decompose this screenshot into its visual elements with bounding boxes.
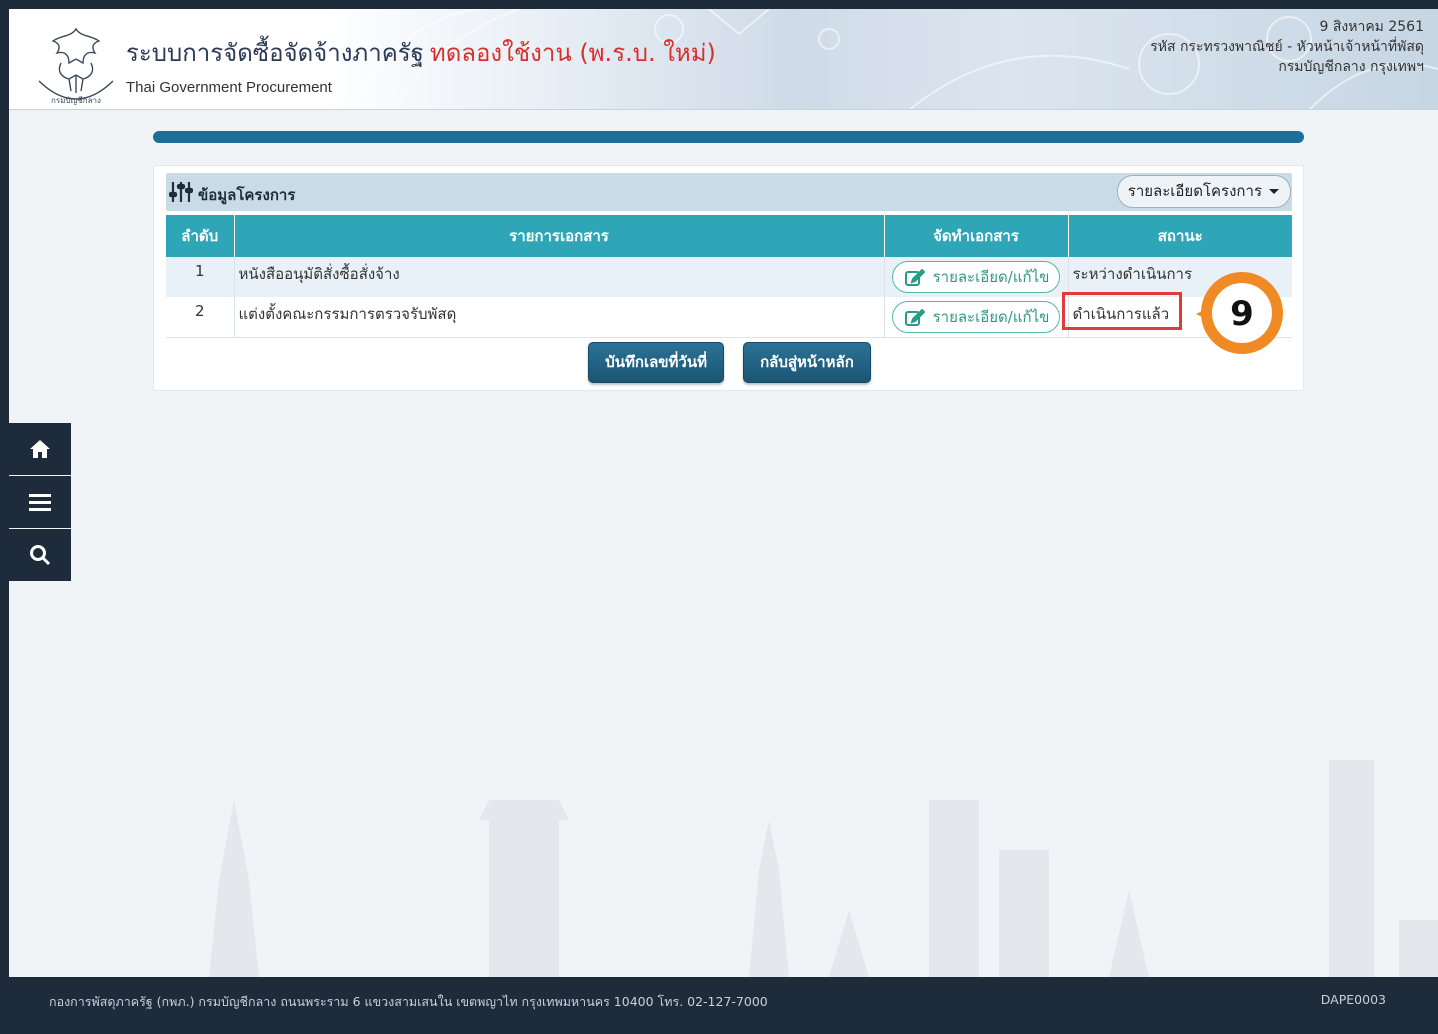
edit-icon (904, 268, 925, 286)
search-button[interactable] (9, 529, 71, 581)
col-action: จัดทำเอกสาร (884, 215, 1069, 257)
window-frame-left (0, 0, 9, 1034)
footer-address: กองการพัสดุภาครัฐ (กพภ.) กรมบัญชีกลาง ถน… (49, 994, 768, 1009)
project-info-panel: ข้อมูลโครงการ รายละเอียดโครงการ ลำดับ รา… (153, 165, 1304, 391)
logo-text: กรมบัญชีกลาง (51, 96, 101, 105)
app-title: ระบบการจัดซื้อจัดจ้างภาครัฐ ทดลองใช้งาน (… (126, 33, 716, 72)
row-seq: 2 (166, 297, 235, 338)
table-row: 2 แต่งตั้งคณะกรรมการตรวจรับพัสดุ รายละเอ… (166, 297, 1292, 338)
row-seq: 1 (166, 257, 235, 297)
col-document: รายการเอกสาร (234, 215, 885, 257)
trial-label: ทดลองใช้งาน (พ.ร.บ. ใหม่) (429, 39, 716, 67)
app-title-main: ระบบการจัดซื้อจัดจ้างภาครัฐ (126, 39, 424, 67)
edit-detail-label: รายละเอียด/แก้ไข (932, 268, 1050, 286)
home-icon (30, 440, 50, 458)
user-org: กรมบัญชีกลาง กรุงเทพฯ (1278, 59, 1424, 75)
save-number-date-button[interactable]: บันทึกเลขที่วันที่ (588, 342, 724, 383)
sliders-icon (169, 182, 193, 202)
page-header: กรมบัญชีกลาง ระบบการจัดซื้อจัดจ้างภาครัฐ… (9, 9, 1438, 110)
menu-icon (29, 494, 51, 511)
edit-detail-button[interactable]: รายละเอียด/แก้ไข (891, 261, 1061, 293)
row-action-cell: รายละเอียด/แก้ไข (884, 297, 1069, 338)
row-document: หนังสืออนุมัติสั่งซื้อสั่งจ้าง (234, 257, 885, 297)
page-code: DAPE0003 (1320, 992, 1386, 1007)
row-action-cell: รายละเอียด/แก้ไข (884, 257, 1069, 297)
progress-bar (153, 131, 1304, 143)
step-annotation-badge: 9 (1196, 272, 1283, 354)
caret-down-icon (1269, 189, 1279, 194)
menu-button[interactable] (9, 476, 71, 528)
step-number: 9 (1230, 294, 1254, 334)
page-footer: กองการพัสดุภาครัฐ (กพภ.) กรมบัญชีกลาง ถน… (9, 977, 1438, 1034)
user-info: 9 สิงหาคม 2561 รหัส กระทรวงพาณิชย์ - หัว… (1150, 17, 1424, 77)
background-skyline (209, 760, 1438, 977)
table-row: 1 หนังสืออนุมัติสั่งซื้อสั่งจ้าง รายละเอ… (166, 257, 1292, 297)
current-date: 9 สิงหาคม 2561 (1319, 19, 1424, 35)
window-frame-top (0, 0, 1438, 9)
document-table: ลำดับ รายการเอกสาร จัดทำเอกสาร สถานะ 1 ห… (166, 215, 1292, 338)
dropdown-label: รายละเอียดโครงการ (1127, 182, 1262, 200)
app-subtitle: Thai Government Procurement (126, 79, 332, 96)
search-icon (30, 545, 51, 566)
col-status: สถานะ (1068, 215, 1292, 257)
edit-icon (904, 308, 925, 326)
panel-title: ข้อมูลโครงการ (198, 186, 296, 204)
col-seq: ลำดับ (166, 215, 235, 257)
side-nav (9, 423, 71, 582)
user-role: รหัส กระทรวงพาณิชย์ - หัวหน้าเจ้าหน้าที่… (1150, 39, 1424, 55)
project-detail-dropdown[interactable]: รายละเอียดโครงการ (1116, 175, 1291, 208)
home-button[interactable] (9, 423, 71, 475)
edit-detail-label: รายละเอียด/แก้ไข (932, 308, 1050, 326)
action-buttons: บันทึกเลขที่วันที่ กลับสู่หน้าหลัก (154, 342, 1305, 383)
row-document: แต่งตั้งคณะกรรมการตรวจรับพัสดุ (234, 297, 885, 338)
panel-header: ข้อมูลโครงการ รายละเอียดโครงการ (166, 173, 1292, 211)
government-garuda-logo: กรมบัญชีกลาง (38, 27, 114, 105)
edit-detail-button[interactable]: รายละเอียด/แก้ไข (891, 301, 1061, 333)
back-to-main-button[interactable]: กลับสู่หน้าหลัก (743, 342, 871, 383)
